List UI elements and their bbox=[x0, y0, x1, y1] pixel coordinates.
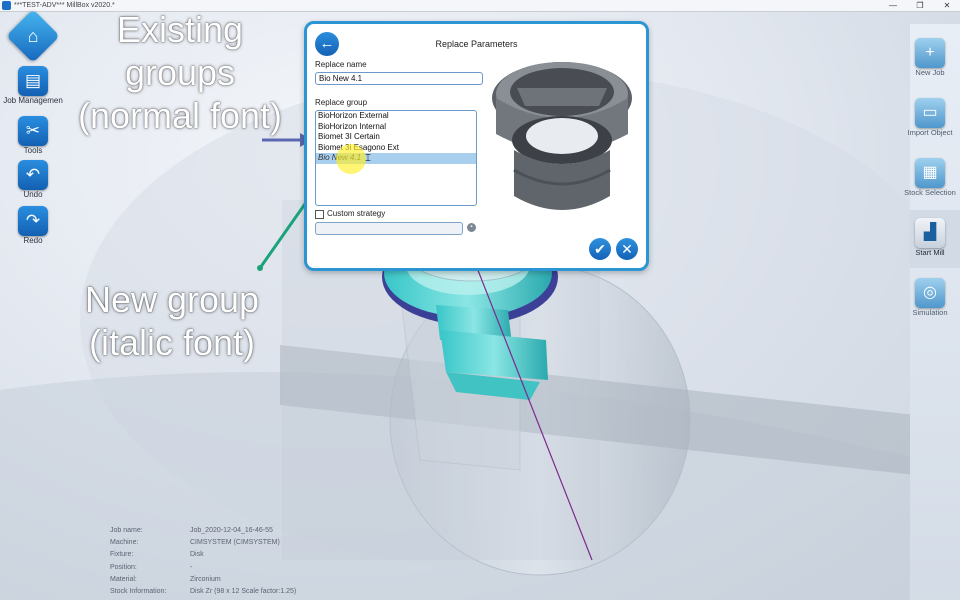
job-info-value: - bbox=[190, 563, 193, 571]
job-info-value: Zirconium bbox=[190, 575, 221, 583]
job-info-key: Job name: bbox=[110, 527, 143, 534]
group-item-biohorizon-external[interactable]: BioHorizon External bbox=[316, 111, 476, 122]
check-icon: ✔ bbox=[594, 241, 606, 257]
job-info-value: Job_2020-12-04_16-46-55 bbox=[190, 527, 273, 534]
job-info-value: Disk Zr (98 x 12 Scale factor:1.25) bbox=[190, 587, 297, 595]
job-info-row: Position: - bbox=[110, 564, 296, 576]
mouse-cursor-icon: ⌶ bbox=[365, 153, 371, 164]
job-info-key: Stock Information: bbox=[110, 587, 167, 595]
browse-strategy-button[interactable]: ▪ bbox=[467, 223, 476, 232]
replace-name-input[interactable]: Bio New 4.1 bbox=[315, 72, 483, 85]
job-info-value: CIMSYSTEM (CIMSYSTEM) bbox=[190, 539, 280, 547]
job-info-row: Material: Zirconium bbox=[110, 576, 296, 588]
job-info-key: Position: bbox=[110, 563, 137, 571]
custom-strategy-label: Custom strategy bbox=[327, 209, 386, 218]
job-info-value: Disk bbox=[190, 551, 204, 559]
cursor-highlight bbox=[336, 144, 366, 174]
group-item-biohorizon-internal[interactable]: BioHorizon Internal bbox=[316, 122, 476, 133]
job-info-row: Fixture: Disk bbox=[110, 551, 296, 563]
custom-strategy-input[interactable] bbox=[315, 222, 463, 235]
job-info-key: Fixture: bbox=[110, 551, 134, 559]
cancel-button[interactable]: ✕ bbox=[616, 238, 638, 260]
dialog-title: Replace Parameters bbox=[435, 39, 518, 49]
job-info-key: Machine: bbox=[110, 539, 139, 547]
implant-preview-image bbox=[492, 62, 632, 210]
browse-icon: ▪ bbox=[470, 224, 473, 230]
group-item-biomet-certain[interactable]: Biomet 3I Certain bbox=[316, 132, 476, 143]
job-info-key: Material: bbox=[110, 575, 137, 583]
job-info-panel: Job name: Job_2020-12-04_16-46-55 Machine… bbox=[110, 527, 296, 600]
job-info-row: Job name: Job_2020-12-04_16-46-55 bbox=[110, 527, 296, 539]
job-info-row: Machine: CIMSYSTEM (CIMSYSTEM) bbox=[110, 539, 296, 551]
custom-strategy-checkbox[interactable] bbox=[315, 210, 324, 219]
ok-button[interactable]: ✔ bbox=[589, 238, 611, 260]
close-icon: ✕ bbox=[621, 241, 633, 257]
replace-name-label: Replace name bbox=[315, 60, 367, 69]
job-info-row: Stock Information: Disk Zr (98 x 12 Scale… bbox=[110, 588, 296, 600]
replace-group-label: Replace group bbox=[315, 98, 368, 107]
new-group-arrow-tail bbox=[257, 265, 263, 271]
